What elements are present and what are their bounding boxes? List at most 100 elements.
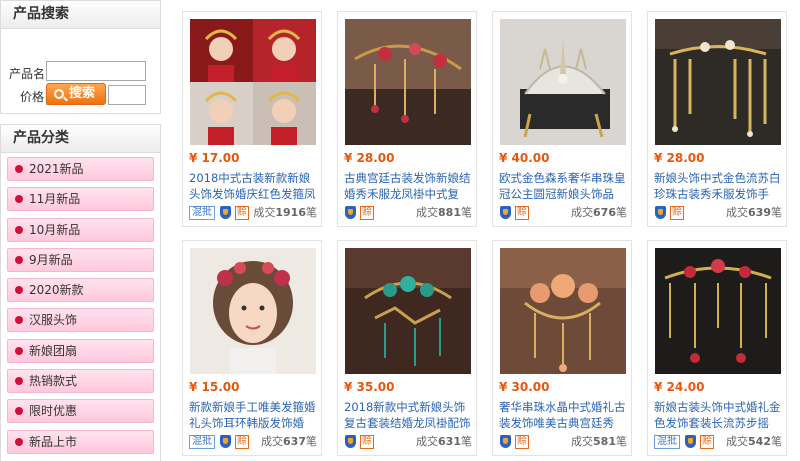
product-card[interactable]: ¥ 35.00 2018新款中式新娘头饰复古套装结婚龙凤褂配饰高... 赊 成交… — [337, 240, 477, 456]
product-title-link[interactable]: 奢华串珠水晶中式婚礼古装发饰唯美古典宫廷秀禾... — [499, 399, 627, 431]
credit-badge: 赊 — [235, 206, 249, 220]
product-meta: 赊 成交631笔 — [344, 434, 472, 450]
category-item[interactable]: 新品上市 — [7, 429, 154, 454]
category-item[interactable]: 汉服头饰 — [7, 308, 154, 333]
product-title-link[interactable]: 2018中式古装新款新娘头饰发饰婚庆红色发箍凤冠... — [189, 170, 317, 202]
product-image[interactable] — [190, 19, 316, 145]
credit-badge: 赊 — [515, 206, 529, 220]
category-label: 10月新品 — [29, 222, 81, 237]
category-item[interactable]: 9月新品 — [7, 247, 154, 272]
product-price: ¥ 24.00 — [654, 380, 705, 394]
product-card[interactable]: ¥ 24.00 新娘古装头饰中式婚礼金色发饰套装长流苏步摇皇... 混批 赊 成… — [647, 240, 787, 456]
product-title-link[interactable]: 2018新款中式新娘头饰复古套装结婚龙凤褂配饰高... — [344, 399, 472, 431]
product-meta: 混批 赊 成交542笔 — [654, 434, 782, 450]
product-title-link[interactable]: 欧式金色森系奢华串珠皇冠公主圆冠新娘头饰品结... — [499, 170, 627, 202]
credit-badge: 赊 — [235, 435, 249, 449]
product-image[interactable] — [345, 248, 471, 374]
sales-count: 成交637笔 — [261, 435, 317, 448]
name-label: 产品名 — [9, 67, 46, 81]
product-price: ¥ 15.00 — [189, 380, 240, 394]
product-name-input[interactable] — [46, 61, 146, 81]
shield-icon — [344, 206, 357, 220]
category-label: 新品上市 — [29, 434, 78, 449]
product-meta: 赊 成交676笔 — [499, 205, 627, 221]
price-label: 价格 — [20, 90, 45, 104]
product-title-link[interactable]: 古典宫廷古装发饰新娘结婚秀禾服龙凤褂中式复古... — [344, 170, 472, 202]
product-image[interactable] — [500, 19, 626, 145]
product-price: ¥ 28.00 — [344, 151, 395, 165]
sales-count: 成交639笔 — [726, 206, 782, 219]
category-item[interactable]: 新娘团扇 — [7, 338, 154, 363]
shield-icon — [219, 206, 232, 220]
shield-icon — [344, 435, 357, 449]
product-image[interactable] — [345, 19, 471, 145]
category-item[interactable]: 热销款式 — [7, 369, 154, 394]
category-item[interactable]: 2020新款 — [7, 278, 154, 303]
product-image[interactable] — [655, 19, 781, 145]
bullet-icon — [15, 225, 23, 234]
product-card[interactable]: ¥ 28.00 古典宫廷古装发饰新娘结婚秀禾服龙凤褂中式复古... 赊 成交88… — [337, 11, 477, 227]
category-label: 汉服头饰 — [29, 313, 78, 328]
category-label: 11月新品 — [29, 192, 81, 207]
sales-count: 成交542笔 — [726, 435, 782, 448]
credit-badge: 赊 — [360, 206, 374, 220]
category-label: 9月新品 — [29, 252, 73, 267]
bullet-icon — [15, 346, 23, 355]
category-label: 新娘团扇 — [29, 343, 78, 358]
product-meta: 赊 成交581笔 — [499, 434, 627, 450]
shield-icon — [684, 435, 697, 449]
search-icon — [54, 89, 64, 99]
category-item[interactable]: 10月新品 — [7, 217, 154, 242]
search-panel-title: 产品搜索 — [1, 1, 160, 29]
sales-count: 成交676笔 — [571, 206, 627, 219]
product-meta: 赊 成交881笔 — [344, 205, 472, 221]
sales-count: 成交581笔 — [571, 435, 627, 448]
product-image[interactable] — [190, 248, 316, 374]
credit-badge: 赊 — [515, 435, 529, 449]
category-panel-title: 产品分类 — [1, 125, 160, 153]
product-meta: 赊 成交639笔 — [654, 205, 782, 221]
product-card[interactable]: ¥ 15.00 新款新娘手工唯美发箍婚礼头饰耳环韩版发饰婚庆... 混批 赊 成… — [182, 240, 322, 456]
sidebar: 产品搜索 产品名 价格 到 搜索 产品分类 2021新品 11月新品 10月新品… — [0, 0, 161, 461]
product-price: ¥ 35.00 — [344, 380, 395, 394]
product-meta: 混批 赊 成交1916笔 — [189, 205, 317, 221]
category-item[interactable]: 11月新品 — [7, 187, 154, 212]
category-item[interactable]: 2021新品 — [7, 157, 154, 181]
product-card[interactable]: ¥ 30.00 奢华串珠水晶中式婚礼古装发饰唯美古典宫廷秀禾... 赊 成交58… — [492, 240, 632, 456]
bullet-icon — [15, 165, 23, 173]
mixed-batch-badge: 混批 — [189, 435, 215, 449]
category-label: 2021新品 — [29, 162, 84, 176]
price-to-input[interactable] — [108, 85, 146, 105]
product-card[interactable]: ¥ 40.00 欧式金色森系奢华串珠皇冠公主圆冠新娘头饰品结... 赊 成交67… — [492, 11, 632, 227]
product-card[interactable]: ¥ 28.00 新娘头饰中式金色流苏白珍珠古装秀禾服发饰手工... 赊 成交63… — [647, 11, 787, 227]
product-meta: 混批 赊 成交637笔 — [189, 434, 317, 450]
mixed-batch-badge: 混批 — [654, 435, 680, 449]
shield-icon — [654, 206, 667, 220]
sales-count: 成交1916笔 — [253, 206, 317, 219]
bullet-icon — [15, 316, 23, 325]
product-title-link[interactable]: 新款新娘手工唯美发箍婚礼头饰耳环韩版发饰婚庆... — [189, 399, 317, 431]
product-title-link[interactable]: 新娘头饰中式金色流苏白珍珠古装秀禾服发饰手工... — [654, 170, 782, 202]
bullet-icon — [15, 286, 23, 295]
product-title-link[interactable]: 新娘古装头饰中式婚礼金色发饰套装长流苏步摇皇... — [654, 399, 782, 431]
product-card[interactable]: ¥ 17.00 2018中式古装新款新娘头饰发饰婚庆红色发箍凤冠... 混批 赊… — [182, 11, 322, 227]
category-item[interactable]: 限时优惠 — [7, 399, 154, 424]
bullet-icon — [15, 407, 23, 416]
product-image[interactable] — [500, 248, 626, 374]
product-price: ¥ 40.00 — [499, 151, 550, 165]
credit-badge: 赊 — [700, 435, 714, 449]
search-button[interactable]: 搜索 — [46, 83, 106, 105]
sales-count: 成交881笔 — [416, 206, 472, 219]
bullet-icon — [15, 437, 23, 446]
mixed-batch-badge: 混批 — [189, 206, 215, 220]
product-price: ¥ 17.00 — [189, 151, 240, 165]
sales-count: 成交631笔 — [416, 435, 472, 448]
product-category-panel: 产品分类 2021新品 11月新品 10月新品 9月新品 2020新款 汉服头饰… — [0, 124, 161, 461]
shield-icon — [499, 435, 512, 449]
bullet-icon — [15, 195, 23, 204]
credit-badge: 赊 — [670, 206, 684, 220]
shield-icon — [499, 206, 512, 220]
credit-badge: 赊 — [360, 435, 374, 449]
product-image[interactable] — [655, 248, 781, 374]
product-price: ¥ 30.00 — [499, 380, 550, 394]
